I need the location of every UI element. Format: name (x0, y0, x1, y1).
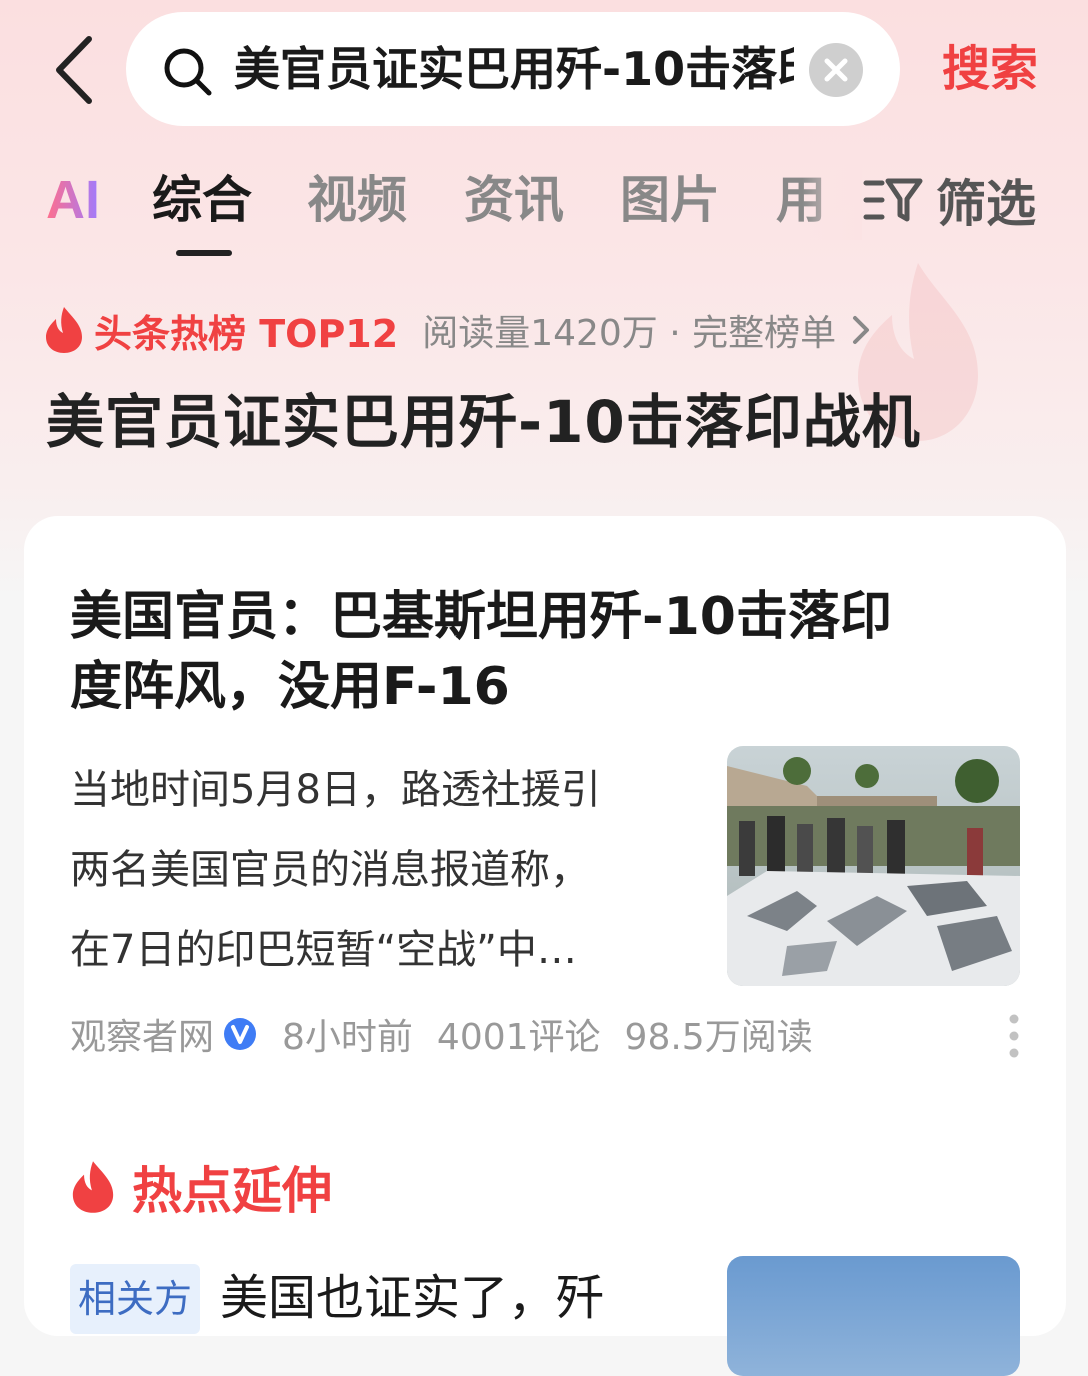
hot-topic-headline[interactable]: 美官员证实巴用歼-10击落印战机 (46, 382, 1056, 462)
active-tab-indicator (176, 250, 232, 256)
article-card[interactable]: 美国官员：巴基斯坦用歼-10击落印 度阵风，没用F-16 当地时间5月8日，路透… (24, 516, 1066, 1376)
article-comments: 4001评论 (436, 1017, 601, 1058)
article-title-line: 度阵风，没用F-16 (70, 657, 510, 717)
tab-news[interactable]: 资讯 (464, 160, 564, 240)
search-submit-button[interactable]: 搜索 (930, 30, 1050, 108)
chevron-right-icon (853, 316, 870, 344)
article-title[interactable]: 美国官员：巴基斯坦用歼-10击落印 度阵风，没用F-16 (70, 582, 1020, 722)
related-article-title[interactable]: 美国也证实了，歼 (220, 1258, 604, 1338)
search-query-text[interactable]: 美官员证实巴用歼-10击落印战机 (234, 34, 794, 104)
tab-ai[interactable]: AI (46, 160, 100, 240)
article-thumbnail[interactable] (727, 746, 1020, 986)
filter-icon (863, 178, 923, 222)
close-circle-icon (824, 58, 848, 82)
hot-rank-link[interactable]: 头条热榜 TOP12 阅读量1420万 · 完整榜单 (44, 300, 872, 360)
verified-badge-icon (224, 1018, 257, 1050)
article-title-line: 美国官员：巴基斯坦用歼-10击落印 (70, 587, 892, 647)
article-meta: 观察者网 8小时前 4001评论 98.5万阅读 (70, 1006, 813, 1062)
article-time: 8小时前 (282, 1017, 413, 1058)
more-vertical-icon[interactable] (999, 1013, 1029, 1059)
related-tag: 相关方 (70, 1264, 201, 1334)
tab-images[interactable]: 图片 (620, 160, 720, 240)
article-reads: 98.5万阅读 (624, 1017, 813, 1058)
tab-fade (802, 160, 862, 240)
flame-icon (72, 1161, 114, 1213)
hot-rank-title: 头条热榜 TOP12 (94, 311, 399, 356)
search-input[interactable]: 美官员证实巴用歼-10击落印战机 (126, 12, 900, 126)
summary-line: 当地时间5月8日，路透社援引 (70, 767, 601, 813)
filter-label: 筛选 (936, 175, 1036, 233)
search-icon (164, 48, 212, 96)
hot-rank-meta: 阅读量1420万 · 完整榜单 (422, 313, 837, 354)
hot-extension-title: 热点延伸 (132, 1162, 332, 1220)
hot-extension-header: 热点延伸 (70, 1152, 332, 1222)
article-summary: 当地时间5月8日，路透社援引 两名美国官员的消息报道称， 在7日的印巴短暂“空战… (70, 750, 694, 990)
filter-button[interactable]: 筛选 (802, 160, 1036, 240)
article-source[interactable]: 观察者网 (70, 1008, 214, 1060)
chevron-left-icon (56, 36, 92, 104)
tab-video[interactable]: 视频 (307, 160, 407, 240)
back-button[interactable] (38, 30, 108, 110)
related-article-thumbnail[interactable] (727, 1256, 1020, 1376)
tab-comprehensive[interactable]: 综合 (152, 160, 252, 240)
clear-search-button[interactable] (809, 43, 863, 97)
flame-icon (46, 307, 82, 353)
wreckage-photo (727, 746, 1020, 986)
summary-line: 两名美国官员的消息报道称， (70, 847, 590, 893)
summary-line: 在7日的印巴短暂“空战”中… (70, 927, 577, 973)
